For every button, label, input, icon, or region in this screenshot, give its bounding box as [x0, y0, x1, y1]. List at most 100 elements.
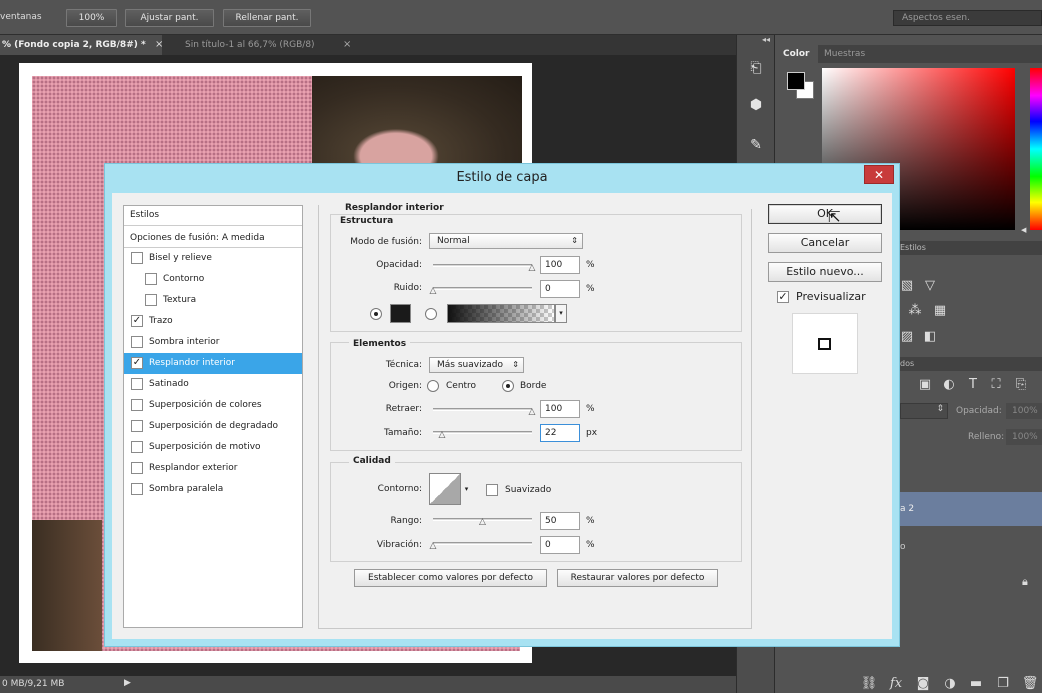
- style-grid-icon[interactable]: ▦: [931, 302, 949, 320]
- filter-shape-icon[interactable]: ⛶: [987, 376, 1005, 394]
- style-item-checkbox[interactable]: [131, 462, 143, 474]
- fx-icon[interactable]: fx: [887, 675, 905, 693]
- style-item-checkbox[interactable]: [145, 273, 157, 285]
- reset-default-button[interactable]: Restaurar valores por defecto: [557, 569, 718, 587]
- style-item-checkbox[interactable]: ✓: [131, 315, 143, 327]
- filter-adjust-icon[interactable]: ◐: [940, 376, 958, 394]
- add-mask-icon[interactable]: ◙: [914, 675, 932, 693]
- style-x-icon[interactable]: ▨: [898, 328, 916, 346]
- blending-options-item[interactable]: Opciones de fusión: A medida: [124, 228, 302, 248]
- style-triangle-icon[interactable]: ▽: [921, 277, 939, 295]
- style-item[interactable]: ✓ Resplandor interior: [124, 353, 302, 374]
- range-input[interactable]: 50: [540, 512, 580, 530]
- opacity-slider[interactable]: [433, 264, 532, 267]
- style-item-checkbox[interactable]: [131, 336, 143, 348]
- tab-swatches[interactable]: Muestras: [816, 45, 873, 63]
- style-item[interactable]: Textura: [124, 290, 302, 311]
- source-edge-radio[interactable]: [502, 380, 514, 392]
- style-item[interactable]: Contorno: [124, 269, 302, 290]
- fill-screen-button[interactable]: Rellenar pant.: [223, 9, 311, 27]
- status-menu-arrow-icon[interactable]: ▶: [124, 678, 131, 688]
- style-item[interactable]: Bisel y relieve: [124, 248, 302, 269]
- style-item-checkbox[interactable]: [145, 294, 157, 306]
- noise-slider-thumb-icon[interactable]: △: [428, 287, 438, 296]
- adjustment-layer-icon[interactable]: ◑: [941, 675, 959, 693]
- noise-input[interactable]: 0: [540, 280, 580, 298]
- style-item-checkbox[interactable]: [131, 420, 143, 432]
- delete-layer-icon[interactable]: 🗑︎: [1021, 675, 1039, 693]
- style-item-checkbox[interactable]: ✓: [131, 357, 143, 369]
- filter-image-icon[interactable]: ▣: [916, 376, 934, 394]
- style-item-checkbox[interactable]: [131, 378, 143, 390]
- choke-slider[interactable]: [433, 408, 532, 411]
- range-slider-thumb-icon[interactable]: △: [478, 518, 488, 527]
- style-item-checkbox[interactable]: [131, 483, 143, 495]
- opacity-slider-thumb-icon[interactable]: △: [527, 264, 537, 273]
- style-swatch-icon[interactable]: ▧: [898, 277, 916, 295]
- choke-slider-thumb-icon[interactable]: △: [527, 408, 537, 417]
- style-item[interactable]: Satinado: [124, 374, 302, 395]
- tab-untitled-label[interactable]: Sin título-1 al 66,7% (RGB/8): [183, 35, 315, 55]
- cancel-button[interactable]: Cancelar: [768, 233, 882, 253]
- hue-slider[interactable]: [1030, 68, 1042, 230]
- tab-styles[interactable]: Estilos: [900, 243, 926, 252]
- filter-type-icon[interactable]: T: [964, 376, 982, 394]
- tab-active-close-icon[interactable]: ×: [155, 35, 163, 55]
- glow-color-swatch[interactable]: [390, 304, 411, 323]
- technique-select[interactable]: Más suavizado ⇕: [429, 357, 524, 373]
- new-group-icon[interactable]: ▬: [967, 675, 985, 693]
- contour-dropdown-arrow-icon[interactable]: ▾: [462, 473, 471, 505]
- preview-checkbox[interactable]: ✓: [777, 291, 789, 303]
- glow-gradient-picker[interactable]: [447, 304, 555, 323]
- style-item[interactable]: ✓ Trazo: [124, 311, 302, 332]
- tab-untitled-close-icon[interactable]: ×: [343, 35, 351, 55]
- dialog-close-icon[interactable]: ✕: [864, 165, 894, 184]
- foreground-color-swatch[interactable]: [787, 72, 805, 90]
- style-item[interactable]: Superposición de motivo: [124, 437, 302, 458]
- 3d-icon[interactable]: ⬢: [745, 94, 767, 116]
- hue-slider-thumb-icon[interactable]: ◀: [1021, 226, 1026, 234]
- collapse-panels-icon[interactable]: ◂◂: [762, 35, 770, 44]
- antialias-checkbox[interactable]: [486, 484, 498, 496]
- styles-header[interactable]: Estilos: [124, 206, 302, 226]
- style-item[interactable]: Superposición de colores: [124, 395, 302, 416]
- history-icon[interactable]: ⎗: [745, 57, 767, 79]
- tab-color[interactable]: Color: [775, 45, 818, 63]
- contour-preview[interactable]: [429, 473, 461, 505]
- size-slider[interactable]: [433, 431, 532, 434]
- style-item[interactable]: Sombra paralela: [124, 479, 302, 500]
- jitter-slider-thumb-icon[interactable]: △: [428, 542, 438, 551]
- style-item-checkbox[interactable]: [131, 441, 143, 453]
- choke-input[interactable]: 100: [540, 400, 580, 418]
- layer-opacity-field[interactable]: 100%: [1006, 403, 1042, 419]
- tool-presets-icon[interactable]: ✎: [745, 134, 767, 156]
- zoom-100-button[interactable]: 100%: [66, 9, 117, 27]
- ok-button[interactable]: OK: [768, 204, 882, 224]
- filter-smart-icon[interactable]: ⎘: [1012, 376, 1030, 394]
- make-default-button[interactable]: Establecer como valores por defecto: [354, 569, 547, 587]
- tab-layers[interactable]: dos: [900, 359, 914, 368]
- opacity-input[interactable]: 100: [540, 256, 580, 274]
- gradient-dropdown-arrow-icon[interactable]: ▾: [555, 304, 567, 323]
- blend-mode-select[interactable]: Normal ⇕: [429, 233, 583, 249]
- link-layers-icon[interactable]: ⛓: [860, 675, 878, 693]
- new-style-button[interactable]: Estilo nuevo...: [768, 262, 882, 282]
- style-item-checkbox[interactable]: [131, 399, 143, 411]
- blend-mode-dropdown[interactable]: ⇕: [900, 403, 948, 419]
- layer-fill-field[interactable]: 100%: [1006, 429, 1042, 445]
- style-item[interactable]: Resplandor exterior: [124, 458, 302, 479]
- fit-screen-button[interactable]: Ajustar pant.: [125, 9, 214, 27]
- workspace-switcher[interactable]: Aspectos esen.: [893, 10, 1042, 26]
- style-item[interactable]: Sombra interior: [124, 332, 302, 353]
- jitter-input[interactable]: 0: [540, 536, 580, 554]
- style-circles-icon[interactable]: ⁂: [906, 302, 924, 320]
- style-item-checkbox[interactable]: [131, 252, 143, 264]
- style-item[interactable]: Superposición de degradado: [124, 416, 302, 437]
- new-layer-icon[interactable]: ❐: [994, 675, 1012, 693]
- source-center-radio[interactable]: [427, 380, 439, 392]
- size-slider-thumb-icon[interactable]: △: [437, 431, 447, 440]
- jitter-slider[interactable]: [433, 542, 532, 545]
- size-input[interactable]: 22: [540, 424, 580, 442]
- glow-color-radio[interactable]: [370, 308, 382, 320]
- glow-gradient-radio[interactable]: [425, 308, 437, 320]
